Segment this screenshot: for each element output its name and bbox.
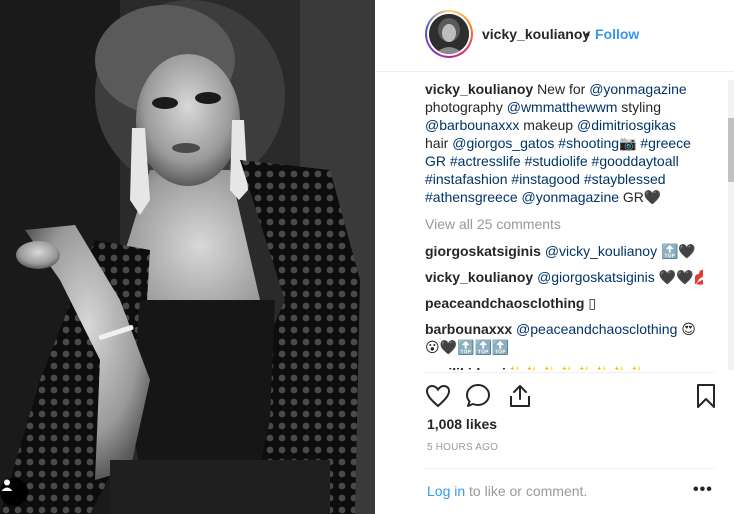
header-username[interactable]: vicky_koulianoy (482, 26, 590, 42)
caption-text: hair (425, 135, 453, 151)
comment-username[interactable]: barbounaxxx (425, 321, 512, 337)
divider (425, 468, 715, 469)
caption-mention[interactable]: @yonmagazine (589, 81, 687, 97)
comment-username[interactable]: peaceandchaosclothing (425, 295, 584, 311)
caption-line-1: vicky_koulianoy New for @yonmagazine (425, 80, 703, 98)
caption-hashtag[interactable]: #greece (640, 135, 691, 151)
caption-text: makeup (519, 117, 577, 133)
post-photo[interactable] (0, 0, 375, 514)
comments-list: vicky_koulianoy New for @yonmagazine pho… (425, 80, 703, 370)
comment-item: peaceandchaosclothing ▯ (425, 294, 703, 312)
caption-line-4: hair @giorgos_gatos #shooting📷 #greece (425, 134, 703, 152)
caption-hashtag[interactable]: #stayblessed (584, 171, 666, 187)
heart-icon (425, 384, 451, 408)
login-prompt: Log in to like or comment. (427, 483, 587, 499)
save-button[interactable] (691, 381, 721, 411)
caption-hashtag[interactable]: #studiolife (525, 153, 588, 169)
caption-mention[interactable]: @wmmatthewwm (507, 99, 618, 115)
caption-mention[interactable]: @yonmagazine (522, 189, 620, 205)
post-side-panel: vicky_koulianoy • Follow vicky_koulianoy… (375, 0, 734, 514)
comment-text: 🔝🖤 (657, 243, 696, 259)
caption-hashtag[interactable]: #shooting📷 (558, 135, 636, 151)
view-all-comments-link[interactable]: View all 25 comments (425, 215, 703, 233)
caption-hashtag[interactable]: #actresslife (450, 153, 521, 169)
like-button[interactable] (423, 381, 453, 411)
comment-item: vasilikidrosi✨✨✨✨✨✨✨✨ (425, 364, 703, 370)
caption-line-3: @barbounaxxx makeup @dimitriosgikas (425, 116, 703, 134)
caption-hashtag[interactable]: #instagood (511, 171, 580, 187)
caption-line-6: #instafashion #instagood #stayblessed (425, 170, 703, 188)
login-link[interactable]: Log in (427, 483, 465, 499)
share-button[interactable] (505, 381, 535, 411)
comment-text: ▯ (584, 295, 597, 311)
comment-text: 🖤🖤💋 (658, 269, 703, 285)
caption-line-7: #athensgreece @yonmagazine GR🖤 (425, 188, 703, 206)
comment-text: ✨✨✨✨✨✨✨✨ (506, 365, 645, 370)
story-ring[interactable] (425, 10, 473, 58)
header-separator: • (585, 26, 590, 42)
comment-text: 😍 (677, 321, 696, 337)
caption-hashtag[interactable]: #gooddaytoall (592, 153, 679, 169)
comments-scrollbar-thumb[interactable] (728, 118, 734, 182)
comment-username[interactable]: vasilikidrosi (425, 365, 506, 370)
caption-mention[interactable]: @barbounaxxx (425, 117, 519, 133)
bookmark-icon (697, 384, 715, 408)
comment-mention[interactable]: @vicky_koulianoy (545, 243, 657, 259)
more-options-icon[interactable]: ••• (693, 481, 713, 499)
comment-mention[interactable]: @peaceandchaosclothing (516, 321, 677, 337)
comment-username[interactable]: giorgoskatsiginis (425, 243, 541, 259)
comment-mention[interactable]: @giorgoskatsiginis (537, 269, 655, 285)
avatar-image (429, 14, 469, 54)
caption-flag: GR (425, 153, 446, 169)
comment-username[interactable]: vicky_koulianoy (425, 269, 533, 285)
caption-line-5: GR #actresslife #studiolife #gooddaytoal… (425, 152, 703, 170)
caption-mention[interactable]: @giorgos_gatos (452, 135, 554, 151)
likes-count[interactable]: 1,008 likes (427, 416, 497, 432)
comment-item: vicky_koulianoy @giorgoskatsiginis 🖤🖤💋 (425, 268, 703, 286)
divider (425, 372, 715, 373)
caption-text: New for (537, 81, 590, 97)
comment-item: barbounaxxx @peaceandchaosclothing 😍 😮🖤🔝… (425, 320, 703, 356)
user-tag-icon (1, 479, 13, 491)
caption-mention[interactable]: @dimitriosgikas (577, 117, 676, 133)
caption-line-2: photography @wmmatthewwm styling (425, 98, 703, 116)
caption-username[interactable]: vicky_koulianoy (425, 81, 533, 97)
caption-text: GR🖤 (619, 189, 662, 205)
comment-bubble-icon (466, 384, 490, 407)
comment-button[interactable] (463, 381, 493, 411)
comment-item: giorgoskatsiginis @vicky_koulianoy 🔝🖤 (425, 242, 703, 260)
photo-illustration (0, 0, 375, 514)
avatar[interactable] (429, 14, 469, 54)
post-timestamp[interactable]: 5 HOURS AGO (427, 442, 498, 453)
post-header: vicky_koulianoy • Follow (375, 0, 734, 72)
caption-hashtag[interactable]: #athensgreece (425, 189, 518, 205)
caption-text: photography (425, 99, 507, 115)
share-icon (510, 385, 530, 407)
user-tag-button[interactable] (0, 478, 28, 506)
login-prompt-text: to like or comment. (465, 483, 588, 499)
caption-text: styling (617, 99, 661, 115)
follow-button[interactable]: Follow (595, 26, 639, 42)
caption-hashtag[interactable]: #instafashion (425, 171, 508, 187)
comment-text-continued: 😮🖤🔝🔝🔝 (425, 339, 510, 355)
